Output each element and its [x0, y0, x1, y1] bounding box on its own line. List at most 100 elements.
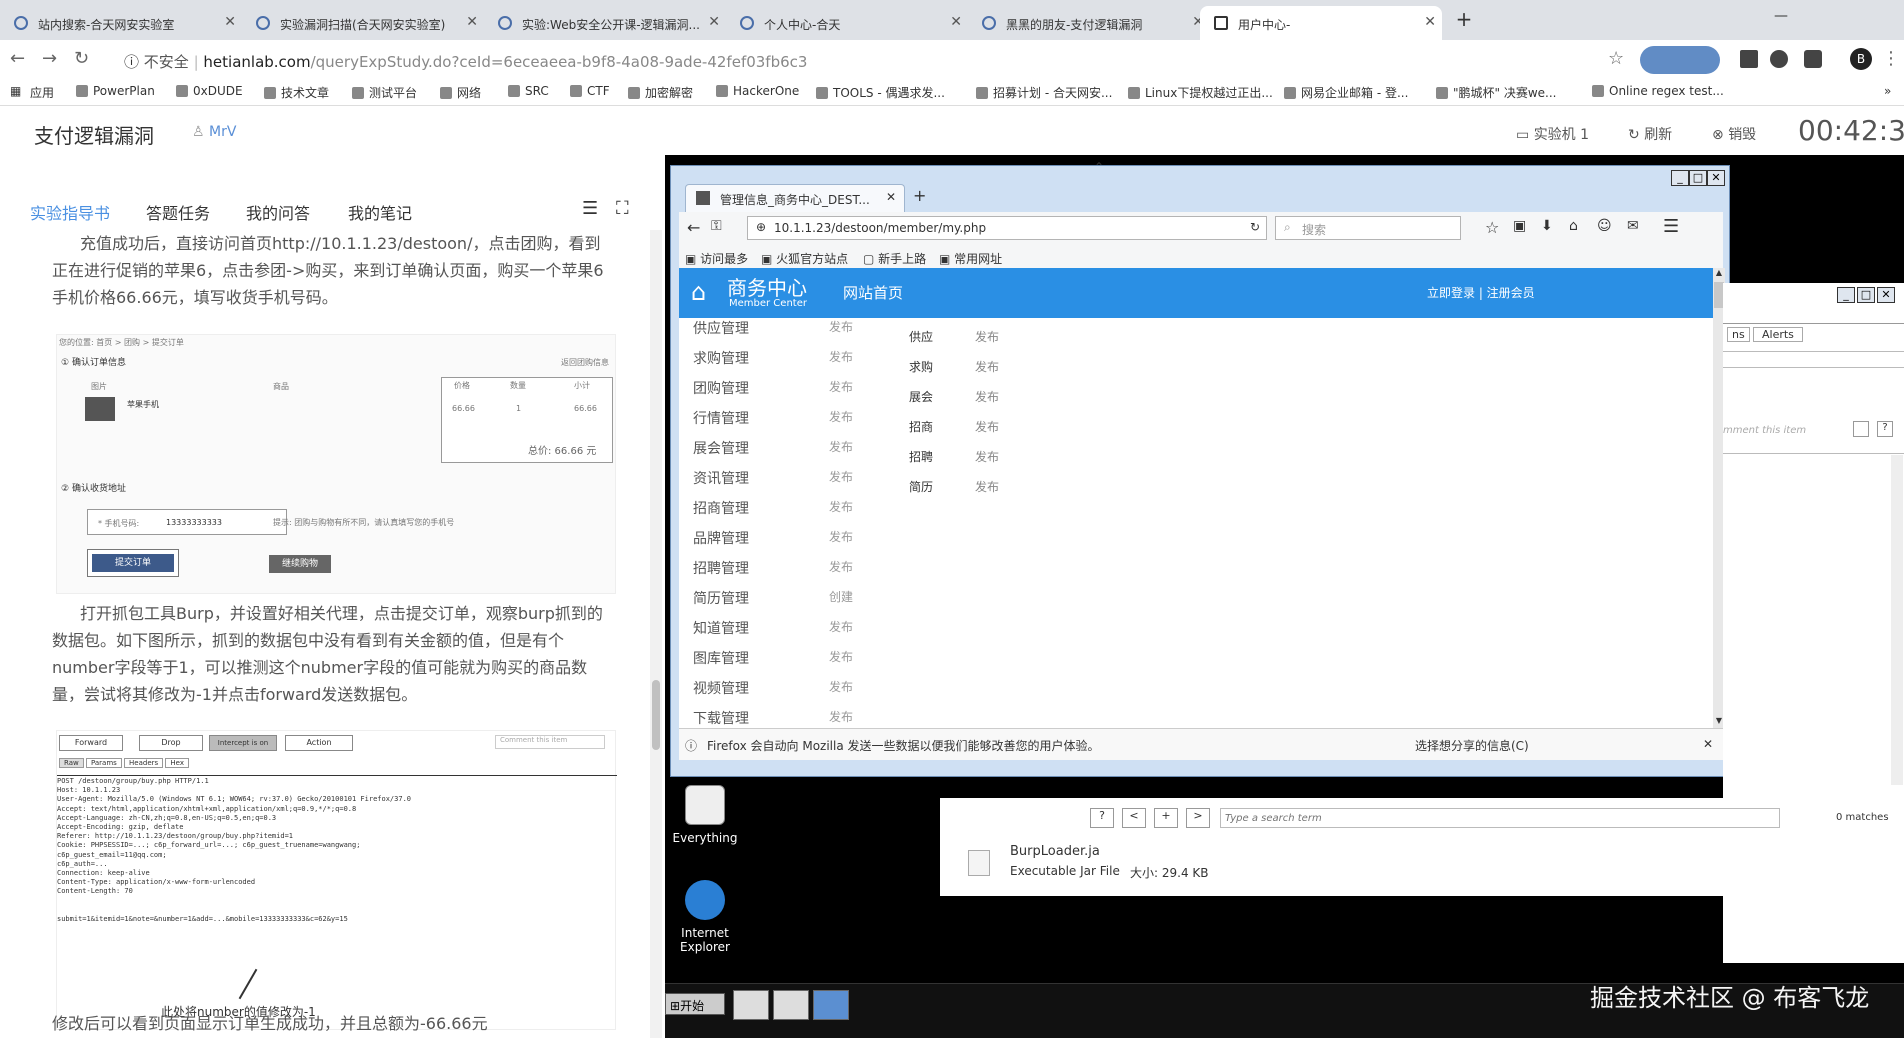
firefox-url-bar[interactable]: ⊕ 10.1.1.23/destoon/member/my.php ↻ — [747, 216, 1267, 240]
browser-tab-active[interactable]: 用户中心- ✕ — [1200, 6, 1442, 40]
desktop-icon-internet-explorer[interactable]: Internet Explorer — [665, 880, 745, 954]
sidebar-item[interactable]: 供应管理 发布 — [693, 318, 873, 348]
video-extension-icon[interactable] — [1640, 46, 1720, 74]
sidebar-item[interactable]: 简历管理 创建 — [693, 588, 873, 618]
publish-link[interactable]: 发布 — [829, 618, 853, 635]
search-add-button[interactable]: + — [1154, 808, 1178, 828]
publish-link[interactable]: 发布 — [829, 528, 853, 545]
tab-tasks[interactable]: 答题任务 — [146, 200, 210, 224]
bookmark-item[interactable]: Linux下提权越过正出... — [1128, 84, 1273, 101]
start-button[interactable]: ⊞开始 — [665, 993, 725, 1015]
home-icon[interactable]: ⌂ — [1569, 218, 1578, 234]
bookmark-item[interactable]: 招募计划 - 合天网安... — [976, 84, 1112, 101]
maximize-icon[interactable]: □ — [1857, 287, 1875, 303]
vm-button[interactable]: ▭ 实验机 1 — [1516, 124, 1589, 144]
ff-bookmark[interactable]: ▣ 访问最多 — [685, 250, 748, 267]
maximize-icon[interactable]: □ — [1689, 170, 1707, 186]
close-icon[interactable]: ✕ — [950, 14, 962, 30]
firefox-tab[interactable]: 管理信息_商务中心_DEST... ✕ — [685, 184, 905, 212]
close-icon[interactable]: ✕ — [1877, 287, 1895, 303]
fullscreen-icon[interactable]: ⛶ — [616, 198, 629, 219]
bookmark-item[interactable]: 测试平台 — [352, 84, 417, 101]
bookmark-item[interactable]: 加密解密 — [628, 84, 693, 101]
browser-tab[interactable]: 实验漏洞扫描(合天网安实验室) ✕ — [242, 6, 484, 40]
publish-link[interactable]: 发布 — [829, 378, 853, 395]
publish-link[interactable]: 发布 — [975, 328, 999, 345]
bookmark-item[interactable]: 0xDUDE — [176, 84, 243, 98]
download-icon[interactable]: ⬇ — [1541, 218, 1553, 234]
star-icon[interactable]: ☆ — [1608, 48, 1624, 69]
tab-guide[interactable]: 实验指导书 — [30, 200, 111, 232]
more-bookmarks-icon[interactable]: » — [1884, 84, 1891, 98]
refresh-button[interactable]: ↻ 刷新 — [1628, 124, 1672, 144]
burp-tab[interactable]: ns — [1727, 327, 1750, 342]
grid-icon[interactable] — [1853, 421, 1869, 437]
close-icon[interactable]: ✕ — [466, 14, 478, 30]
publish-link[interactable]: 发布 — [829, 498, 853, 515]
bookmark-item[interactable]: 应用 — [30, 84, 54, 101]
minimize-icon[interactable]: _ — [1837, 287, 1855, 303]
publish-link[interactable]: 发布 — [829, 408, 853, 425]
sidebar-item[interactable]: 品牌管理 发布 — [693, 528, 873, 558]
extension-icon[interactable] — [1740, 50, 1758, 68]
smiley-icon[interactable]: ☺ — [1597, 218, 1612, 234]
help-icon[interactable]: ? — [1877, 421, 1893, 437]
quick-publish-item[interactable]: 供应 发布 — [909, 328, 1029, 345]
extension-icon[interactable] — [1770, 50, 1788, 68]
back-arrow-icon[interactable]: ← — [10, 48, 25, 69]
ff-bookmark[interactable]: ▣ 火狐官方站点 — [761, 250, 848, 267]
bookmark-item[interactable]: 网络 — [440, 84, 481, 101]
publish-link[interactable]: 发布 — [829, 318, 853, 335]
bookmark-item[interactable]: "鹏城杯" 决赛we... — [1436, 84, 1557, 101]
reload-icon[interactable]: ↻ — [74, 48, 89, 69]
new-tab-button[interactable]: + — [1452, 8, 1476, 32]
quick-publish-item[interactable]: 招商 发布 — [909, 418, 1029, 435]
menu-dots-icon[interactable]: ⋮ — [1882, 48, 1900, 69]
sidebar-item[interactable]: 求购管理 发布 — [693, 348, 873, 378]
share-data-button[interactable]: 选择想分享的信息(C) — [1415, 737, 1529, 754]
publish-link[interactable]: 发布 — [975, 478, 999, 495]
search-prev-button[interactable]: < — [1122, 808, 1146, 828]
sidebar-item[interactable]: 招聘管理 发布 — [693, 558, 873, 588]
browser-tab[interactable]: 黑黑的朋友-支付逻辑漏洞 ✕ — [968, 6, 1210, 40]
minimize-icon[interactable]: _ — [1671, 170, 1689, 186]
sidebar-item[interactable]: 资讯管理 发布 — [693, 468, 873, 498]
forward-arrow-icon[interactable]: → — [42, 48, 57, 69]
bookmark-item[interactable]: SRC — [508, 84, 549, 98]
search-next-button[interactable]: > — [1186, 808, 1210, 828]
close-icon[interactable]: ✕ — [1424, 14, 1436, 30]
bookmark-item[interactable]: HackerOne — [716, 84, 799, 98]
list-icon[interactable]: ☰ — [582, 198, 598, 219]
close-icon[interactable]: ✕ — [1707, 170, 1725, 186]
new-tab-icon[interactable]: + — [913, 186, 926, 205]
burp-tab-alerts[interactable]: Alerts — [1753, 327, 1803, 342]
desktop-icon-everything[interactable]: Everything — [665, 785, 745, 845]
reload-icon[interactable]: ↻ — [1250, 220, 1260, 234]
extension-icon[interactable] — [1804, 50, 1822, 68]
publish-link[interactable]: 发布 — [829, 648, 853, 665]
tab-notes[interactable]: 我的笔记 — [348, 200, 412, 224]
bookmark-item[interactable]: CTF — [570, 84, 610, 98]
quick-publish-item[interactable]: 展会 发布 — [909, 388, 1029, 405]
user-link[interactable]: ♙ MrV — [192, 124, 236, 140]
ff-bookmark[interactable]: ▣ 常用网址 — [939, 250, 1002, 267]
sidebar-item[interactable]: 图库管理 发布 — [693, 648, 873, 678]
browser-tab[interactable]: 站内搜索-合天网安实验室 ✕ — [0, 6, 242, 40]
close-icon[interactable]: ✕ — [224, 14, 236, 30]
sidebar-item[interactable]: 知道管理 发布 — [693, 618, 873, 648]
bookmark-item[interactable]: PowerPlan — [76, 84, 155, 98]
publish-link[interactable]: 发布 — [829, 438, 853, 455]
quick-publish-item[interactable]: 招聘 发布 — [909, 448, 1029, 465]
bookmark-item[interactable]: 技术文章 — [264, 84, 329, 101]
tab-questions[interactable]: 我的问答 — [246, 200, 310, 224]
sidebar-item[interactable]: 行情管理 发布 — [693, 408, 873, 438]
apps-grid-icon[interactable]: ▦ — [10, 84, 21, 98]
explorer-taskbar-icon[interactable] — [733, 990, 769, 1020]
sidebar-item[interactable]: 展会管理 发布 — [693, 438, 873, 468]
firefox-taskbar-icon[interactable] — [813, 990, 849, 1020]
bookmark-item[interactable]: TOOLS - 偶遇求发... — [816, 84, 945, 101]
back-arrow-icon[interactable]: ← — [687, 218, 700, 237]
publish-link[interactable]: 发布 — [829, 348, 853, 365]
terminal-taskbar-icon[interactable] — [773, 990, 809, 1020]
close-icon[interactable]: ✕ — [886, 190, 896, 204]
